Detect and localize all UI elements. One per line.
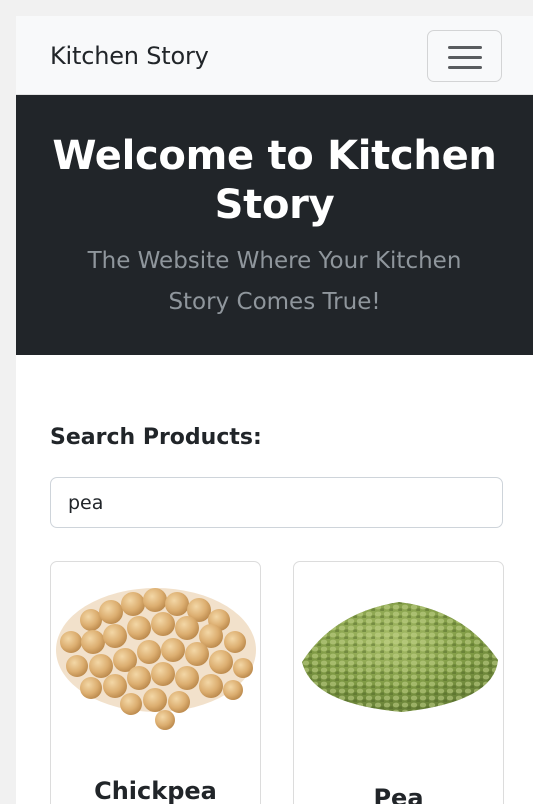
hero-title: Welcome to Kitchen Story (52, 133, 497, 228)
navbar-toggle-button[interactable] (427, 30, 502, 82)
product-name: Chickpea (94, 777, 217, 804)
page-viewport: Kitchen Story Welcome to Kitchen Story T… (16, 16, 533, 804)
navbar-brand[interactable]: Kitchen Story (50, 40, 209, 72)
product-name: Pea (373, 784, 424, 804)
hero-banner: Welcome to Kitchen Story The Website Whe… (16, 95, 533, 355)
search-input[interactable] (50, 477, 503, 528)
chickpea-image (56, 588, 256, 730)
navbar: Kitchen Story (16, 16, 533, 95)
product-card-pea[interactable]: Pea (293, 561, 504, 804)
search-label: Search Products: (50, 425, 262, 450)
split-pea-image (302, 602, 498, 712)
hero-subtitle: The Website Where Your Kitchen Story Com… (87, 248, 462, 315)
product-card-chickpea[interactable]: Chickpea (50, 561, 261, 804)
